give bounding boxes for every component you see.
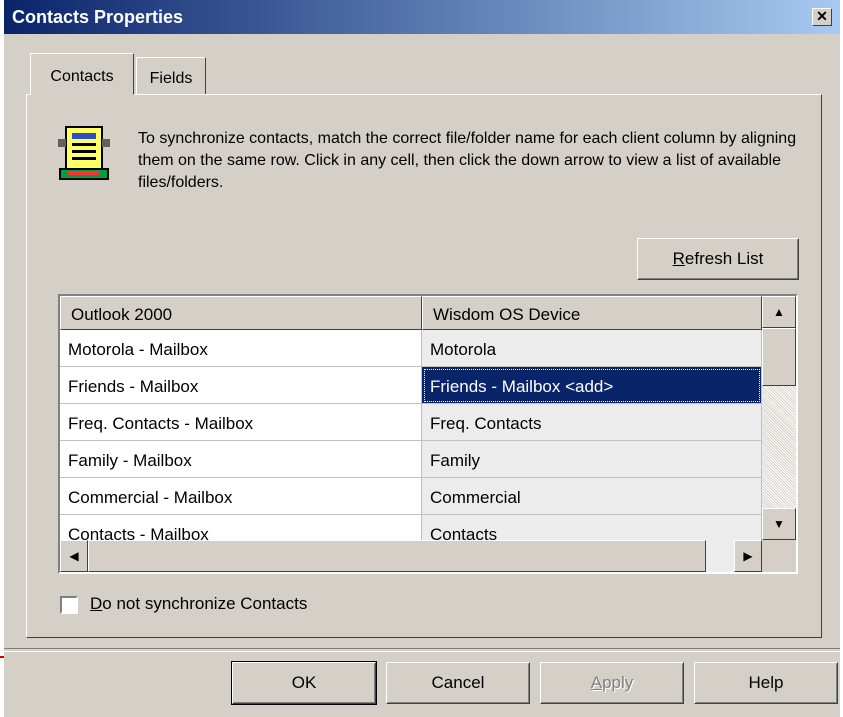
table-row: Friends - Mailbox Friends - Mailbox <add…: [60, 367, 762, 404]
do-not-sync-checkbox[interactable]: [60, 596, 78, 614]
arrow-left-icon: ◀: [69, 549, 79, 563]
scroll-left-button[interactable]: ◀: [60, 540, 88, 572]
do-not-sync-label[interactable]: Do not synchronize Contacts: [90, 594, 307, 614]
tab-fields[interactable]: Fields: [136, 57, 206, 95]
outlook-cell[interactable]: Motorola - Mailbox: [60, 330, 422, 367]
horizontal-scroll-thumb[interactable]: [88, 540, 706, 572]
footer-divider: [4, 648, 840, 652]
table-row: Commercial - Mailbox Commercial: [60, 478, 762, 515]
refresh-list-button[interactable]: Refresh List: [637, 238, 799, 280]
arrow-down-icon: ▼: [773, 517, 785, 531]
title-bar[interactable]: Contacts Properties ✕: [4, 0, 840, 34]
device-cell[interactable]: Contacts: [422, 515, 762, 540]
close-icon: ✕: [816, 8, 828, 24]
device-cell[interactable]: Freq. Contacts: [422, 404, 762, 441]
table-row: Freq. Contacts - Mailbox Freq. Contacts: [60, 404, 762, 441]
outlook-cell[interactable]: Friends - Mailbox: [60, 367, 422, 404]
close-button[interactable]: ✕: [812, 8, 832, 26]
arrow-up-icon: ▲: [773, 305, 785, 319]
tab-contacts[interactable]: Contacts: [30, 53, 134, 95]
scroll-right-button[interactable]: ▶: [734, 540, 762, 572]
device-cell[interactable]: Family: [422, 441, 762, 478]
address-card-icon: [58, 126, 110, 180]
table-row: Contacts - Mailbox Contacts: [60, 515, 762, 540]
ok-button[interactable]: OK: [231, 661, 377, 705]
vertical-scroll-thumb[interactable]: [762, 328, 796, 386]
scrollbar-corner: [762, 540, 796, 572]
contacts-properties-dialog: Contacts Properties ✕ Contacts Fields To…: [4, 0, 840, 717]
cancel-button[interactable]: Cancel: [386, 662, 530, 704]
outlook-cell[interactable]: Freq. Contacts - Mailbox: [60, 404, 422, 441]
instructions-text: To synchronize contacts, match the corre…: [138, 130, 797, 191]
scroll-down-button[interactable]: ▼: [762, 508, 796, 540]
horizontal-scrollbar[interactable]: ◀ ▶: [60, 540, 762, 572]
table-row: Motorola - Mailbox Motorola: [60, 330, 762, 367]
device-cell[interactable]: Motorola: [422, 330, 762, 367]
outlook-cell[interactable]: Commercial - Mailbox: [60, 478, 422, 515]
scroll-up-button[interactable]: ▲: [762, 296, 796, 328]
table-row: Family - Mailbox Family: [60, 441, 762, 478]
arrow-right-icon: ▶: [743, 549, 753, 563]
help-button[interactable]: Help: [694, 662, 838, 704]
column-header-outlook[interactable]: Outlook 2000: [60, 296, 422, 330]
outlook-cell[interactable]: Family - Mailbox: [60, 441, 422, 478]
folder-mapping-grid: Outlook 2000 Wisdom OS Device Motorola -…: [58, 294, 798, 574]
window-title: Contacts Properties: [12, 7, 184, 27]
apply-button[interactable]: Apply: [540, 662, 684, 704]
vertical-scrollbar[interactable]: ▲ ▼: [762, 296, 796, 540]
column-header-device[interactable]: Wisdom OS Device: [422, 296, 762, 330]
device-cell[interactable]: Commercial: [422, 478, 762, 515]
outlook-cell[interactable]: Contacts - Mailbox: [60, 515, 422, 540]
device-cell-selected[interactable]: Friends - Mailbox <add>: [422, 367, 762, 404]
